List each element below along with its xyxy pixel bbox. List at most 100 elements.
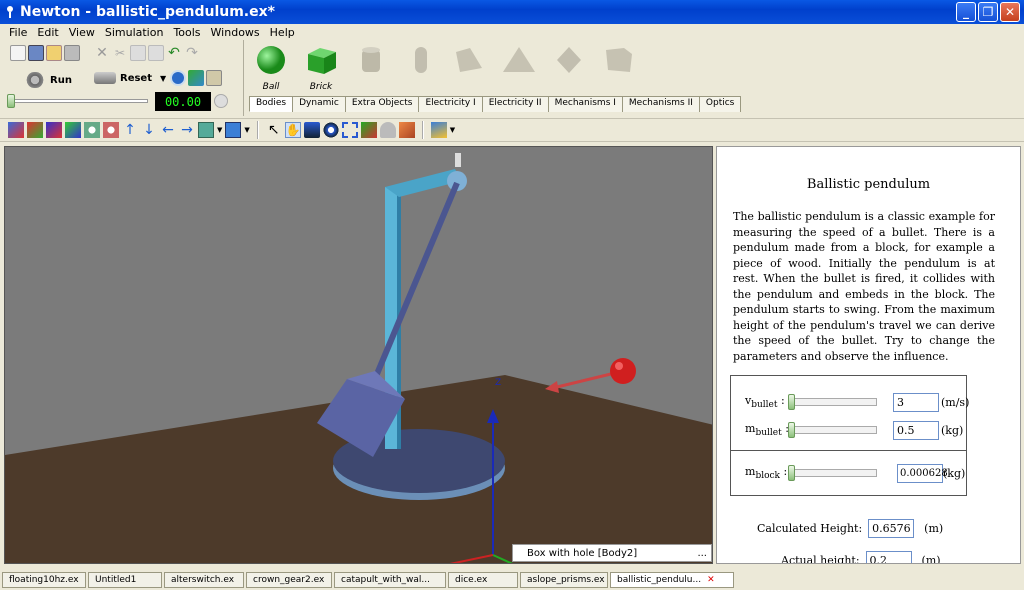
palette-tabs: Bodies Dynamic Extra Objects Electricity…: [249, 96, 742, 112]
v-bullet-slider-thumb[interactable]: [788, 394, 795, 410]
palette-ball-label: Ball: [262, 82, 280, 92]
m-bullet-slider[interactable]: [788, 422, 877, 438]
move-icon[interactable]: [303, 122, 320, 138]
undo-icon[interactable]: ↶: [166, 45, 182, 61]
minimize-button[interactable]: _: [956, 2, 976, 22]
bullet-ball[interactable]: [610, 358, 636, 384]
close-window-button[interactable]: ✕: [1000, 2, 1020, 22]
file-tab[interactable]: alterswitch.ex: [164, 572, 244, 588]
object-palette: Ball Brick: [248, 40, 714, 96]
pyramid-icon: [503, 47, 535, 72]
palette-cylinder[interactable]: [348, 44, 394, 79]
m-bullet-input[interactable]: 0.5: [893, 420, 939, 440]
palette-capsule[interactable]: [398, 44, 444, 79]
file-tab[interactable]: Untitled1: [88, 572, 162, 588]
more-button[interactable]: ...: [697, 548, 707, 559]
arrow-right-icon[interactable]: →: [179, 122, 195, 138]
file-tab[interactable]: dice.ex: [448, 572, 518, 588]
new-file-icon[interactable]: [10, 45, 26, 61]
run-button[interactable]: Run: [24, 72, 72, 88]
menu-file[interactable]: File: [4, 26, 32, 39]
view-mode-dropdown-icon[interactable]: ▼: [217, 126, 222, 134]
palette-octahedron[interactable]: [546, 44, 592, 79]
v-bullet-input[interactable]: 3: [893, 392, 939, 412]
file-tab[interactable]: crown_gear2.ex: [246, 572, 332, 588]
palette-pyramid[interactable]: [496, 44, 542, 79]
stopwatch-icon[interactable]: [170, 70, 186, 86]
light-icon[interactable]: [430, 122, 447, 138]
file-tab[interactable]: aslope_prisms.ex: [520, 572, 608, 588]
pointer-icon[interactable]: ↖: [266, 122, 282, 138]
wrench-icon[interactable]: [398, 122, 415, 138]
recycle-icon[interactable]: [188, 70, 204, 86]
zoom-in-icon[interactable]: [84, 122, 100, 138]
render-mode-icon[interactable]: [225, 122, 242, 138]
palette-brick[interactable]: Brick: [298, 44, 344, 92]
menu-windows[interactable]: Windows: [206, 26, 265, 39]
arrow-down-icon[interactable]: ↓: [141, 122, 157, 138]
link-icon[interactable]: [360, 122, 377, 138]
file-tab-active[interactable]: ballistic_pendulu... ✕: [610, 572, 734, 588]
menu-edit[interactable]: Edit: [32, 26, 63, 39]
zoom-out-icon[interactable]: [103, 122, 119, 138]
axes-xyz-icon[interactable]: [8, 122, 24, 138]
chart-icon[interactable]: [206, 70, 222, 86]
simulation-viewport[interactable]: Z: [4, 146, 713, 564]
scene-canvas[interactable]: Z: [5, 147, 713, 564]
timer-knob-icon[interactable]: [214, 94, 228, 108]
close-tab-icon[interactable]: ✕: [707, 575, 715, 585]
menu-simulation[interactable]: Simulation: [100, 26, 169, 39]
menu-tools[interactable]: Tools: [168, 26, 205, 39]
redo-icon[interactable]: ↷: [184, 45, 200, 61]
palette-ball[interactable]: Ball: [248, 44, 294, 92]
tab-optics[interactable]: Optics: [698, 96, 742, 112]
view-mode-icon[interactable]: [198, 122, 214, 138]
palette-wedge[interactable]: [446, 44, 492, 79]
tab-mechanisms-2[interactable]: Mechanisms II: [621, 96, 700, 112]
m-block-slider[interactable]: [788, 465, 877, 481]
menu-view[interactable]: View: [64, 26, 100, 39]
reset-button[interactable]: Reset ▼: [94, 72, 166, 84]
hand-icon[interactable]: ✋: [284, 122, 301, 138]
light-dropdown-icon[interactable]: ▼: [450, 126, 455, 134]
maximize-button[interactable]: ❐: [978, 2, 998, 22]
arrow-up-icon[interactable]: ↑: [122, 122, 138, 138]
paste-icon[interactable]: [148, 45, 164, 61]
m-bullet-slider-thumb[interactable]: [788, 422, 795, 438]
arrow-left-icon[interactable]: ←: [160, 122, 176, 138]
select-box-icon[interactable]: [341, 122, 358, 138]
v-bullet-slider[interactable]: [788, 394, 877, 410]
m-block-input[interactable]: 0.000628: [897, 463, 948, 483]
tab-extra-objects[interactable]: Extra Objects: [344, 96, 420, 112]
delete-icon[interactable]: ✕: [94, 45, 110, 61]
param-label: mbullet :: [745, 421, 789, 439]
cut-icon[interactable]: ✂: [112, 45, 128, 61]
rotate-x-icon[interactable]: [27, 122, 43, 138]
copy-icon[interactable]: [130, 45, 146, 61]
open-folder-icon[interactable]: [46, 45, 62, 61]
render-mode-dropdown-icon[interactable]: ▼: [244, 126, 249, 134]
menu-help[interactable]: Help: [265, 26, 300, 39]
rotate-z-icon[interactable]: [65, 122, 81, 138]
param-row-m-block: mblock : 0.000628 (kg): [731, 461, 966, 485]
time-slider[interactable]: [7, 94, 148, 108]
reset-dropdown-icon[interactable]: ▼: [160, 74, 166, 83]
weight-icon[interactable]: [379, 122, 396, 138]
time-slider-thumb[interactable]: [7, 94, 15, 108]
tab-electricity-1[interactable]: Electricity I: [418, 96, 483, 112]
m-block-slider-thumb[interactable]: [788, 465, 795, 481]
tab-electricity-2[interactable]: Electricity II: [481, 96, 549, 112]
rotate-y-icon[interactable]: [46, 122, 62, 138]
save-icon[interactable]: [64, 45, 80, 61]
palette-shape[interactable]: [596, 44, 642, 79]
actual-height-row: Actual height: 0.2 (m): [781, 551, 941, 563]
capsule-icon: [415, 47, 427, 73]
tab-dynamic[interactable]: Dynamic: [292, 96, 346, 112]
magnet-icon[interactable]: [322, 122, 339, 138]
file-tab[interactable]: floating10hz.ex: [2, 572, 86, 588]
param-row-v-bullet: vbullet : 3 (m/s): [731, 390, 969, 414]
file-tab[interactable]: catapult_with_wal...: [334, 572, 446, 588]
open-database-icon[interactable]: [28, 45, 44, 61]
tab-mechanisms-1[interactable]: Mechanisms I: [547, 96, 623, 112]
tab-bodies[interactable]: Bodies: [249, 96, 294, 112]
